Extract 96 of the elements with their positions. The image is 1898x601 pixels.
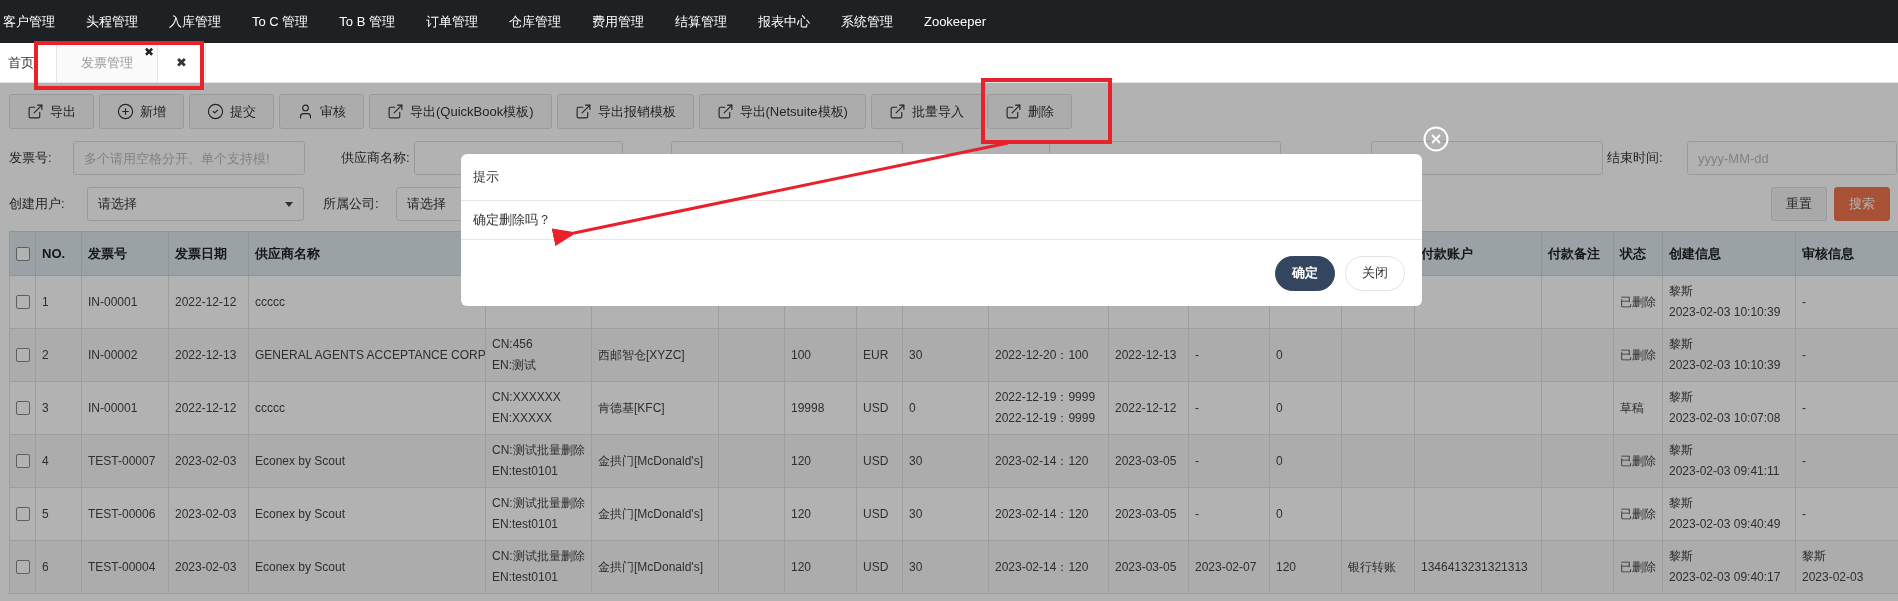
- table-cell: USD: [856, 540, 903, 594]
- table-cell: 2023-02-03: [168, 540, 249, 594]
- table-cell: 2022-12-12: [168, 381, 249, 435]
- column-header: 发票号: [81, 231, 169, 276]
- table-cell: 2023-02-03: [168, 434, 249, 488]
- table-cell: Econex by Scout: [248, 487, 486, 541]
- table-cell: Econex by Scout: [248, 540, 486, 594]
- table-cell: 金拱门[McDonald's]: [591, 434, 719, 488]
- table-cell: CN:测试批量删除 EN:test0101: [485, 487, 592, 541]
- filter-label: 创建用户:: [9, 195, 66, 213]
- column-header: 状态: [1613, 231, 1663, 276]
- table-cell: 金拱门[McDonald's]: [591, 540, 719, 594]
- table-cell: 2022-12-20：100: [988, 328, 1109, 382]
- column-header: 发票日期: [168, 231, 249, 276]
- table-cell: 30: [902, 328, 989, 382]
- table-cell: 2: [35, 328, 82, 382]
- table-cell: 1346413231321313: [1414, 540, 1542, 594]
- table-cell: 2023-02-14：120: [988, 434, 1109, 488]
- table-cell: 30: [902, 434, 989, 488]
- table-cell: CN:测试批量删除 EN:test0101: [485, 540, 592, 594]
- column-header: 付款备注: [1541, 231, 1614, 276]
- table-cell: CN:XXXXXX EN:XXXXX: [485, 381, 592, 435]
- table-cell: 黎斯 2023-02-03 09:40:17: [1662, 540, 1796, 594]
- table-cell: 2022-12-13: [168, 328, 249, 382]
- table-cell: 120: [784, 487, 857, 541]
- filter-label: 所属公司:: [323, 195, 380, 213]
- table-cell: IN-00001: [81, 275, 169, 329]
- table-cell: IN-00001: [81, 381, 169, 435]
- table-cell: 2023-02-03: [168, 487, 249, 541]
- table-cell: 2023-02-07: [1188, 540, 1270, 594]
- table-cell: 2023-03-05: [1108, 434, 1189, 488]
- table-cell: 120: [784, 434, 857, 488]
- table-cell: ccccc: [248, 381, 486, 435]
- table-cell: 100: [784, 328, 857, 382]
- filter-label: 供应商名称:: [341, 149, 411, 167]
- table-cell: 黎斯 2023-02-03 10:07:08: [1662, 381, 1796, 435]
- table-cell: EUR: [856, 328, 903, 382]
- filter-label: 发票号:: [9, 149, 53, 167]
- filter-label: 结束时间:: [1607, 149, 1664, 167]
- table-cell: -: [1188, 487, 1270, 541]
- table-cell: 0: [1269, 487, 1342, 541]
- table-cell: USD: [856, 381, 903, 435]
- table-cell: 2023-03-05: [1108, 487, 1189, 541]
- table-cell: 黎斯 2023-02-03 10:10:39: [1662, 328, 1796, 382]
- table-cell: 6: [35, 540, 82, 594]
- table-cell: 0: [1269, 381, 1342, 435]
- table-cell: 19998: [784, 381, 857, 435]
- table-cell: USD: [856, 434, 903, 488]
- table-cell: 2022-12-12: [168, 275, 249, 329]
- table-cell: Econex by Scout: [248, 434, 486, 488]
- table-cell: 肯德基[KFC]: [591, 381, 719, 435]
- table-cell: USD: [856, 487, 903, 541]
- column-header: NO.: [35, 231, 82, 276]
- table-cell: 4: [35, 434, 82, 488]
- table-cell: 已删除: [1613, 434, 1663, 488]
- table-cell: 2023-03-05: [1108, 540, 1189, 594]
- table-cell: 已删除: [1613, 487, 1663, 541]
- table-cell: 0: [902, 381, 989, 435]
- table-cell: GENERAL AGENTS ACCEPTANCE CORP: [248, 328, 486, 382]
- table-cell: 草稿: [1613, 381, 1663, 435]
- table-cell: 已删除: [1613, 540, 1663, 594]
- table-cell: 黎斯 2023-02-03 10:10:39: [1662, 275, 1796, 329]
- column-header: 审核信息: [1795, 231, 1898, 276]
- table-cell: 2023-02-14：120: [988, 487, 1109, 541]
- column-header: 创建信息: [1662, 231, 1796, 276]
- table-cell: 120: [784, 540, 857, 594]
- table-cell: TEST-00006: [81, 487, 169, 541]
- table-cell: 0: [1269, 328, 1342, 382]
- table-cell: 金拱门[McDonald's]: [591, 487, 719, 541]
- table-cell: 30: [902, 540, 989, 594]
- table-cell: 银行转账: [1341, 540, 1415, 594]
- table-cell: 2023-02-14：120: [988, 540, 1109, 594]
- table-cell: 120: [1269, 540, 1342, 594]
- table-cell: CN:测试批量删除 EN:test0101: [485, 434, 592, 488]
- table-cell: 已删除: [1613, 275, 1663, 329]
- table-cell: 已删除: [1613, 328, 1663, 382]
- table-cell: -: [1188, 381, 1270, 435]
- dialog-title: 提示: [473, 168, 499, 186]
- table-cell: 黎斯 2023-02-03 09:40:49: [1662, 487, 1796, 541]
- table-cell: 2022-12-19：9999 2022-12-19：9999: [988, 381, 1109, 435]
- table-cell: 1: [35, 275, 82, 329]
- table-cell: 3: [35, 381, 82, 435]
- table-cell: TEST-00007: [81, 434, 169, 488]
- table-cell: 2022-12-13: [1108, 328, 1189, 382]
- table-cell: -: [1188, 434, 1270, 488]
- table-cell: 2022-12-12: [1108, 381, 1189, 435]
- table-cell: 0: [1269, 434, 1342, 488]
- table-cell: TEST-00004: [81, 540, 169, 594]
- table-cell: IN-00002: [81, 328, 169, 382]
- table-cell: 西邮智仓[XYZC]: [591, 328, 719, 382]
- table-cell: 5: [35, 487, 82, 541]
- table-cell: 30: [902, 487, 989, 541]
- dialog-message: 确定删除吗？: [473, 211, 551, 229]
- table-cell: CN:456 EN:测试: [485, 328, 592, 382]
- table-cell: -: [1188, 328, 1270, 382]
- table-cell: 黎斯 2023-02-03 09:41:11: [1662, 434, 1796, 488]
